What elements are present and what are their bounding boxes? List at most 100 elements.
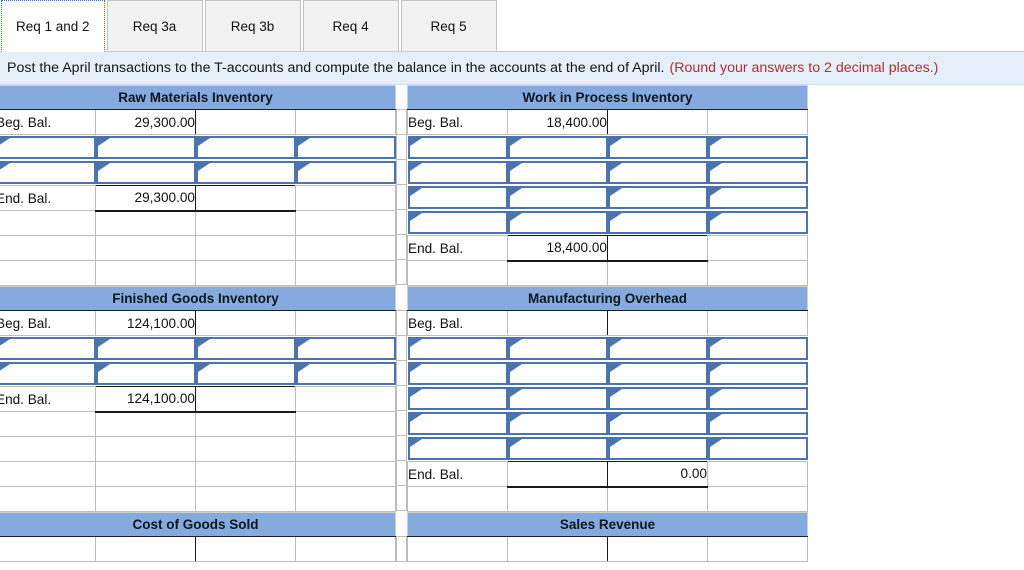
sales-label [407,536,508,562]
t-account-work-in-process-inventory: Work in Process Inventory Beg. Bal. 18,4… [407,85,808,286]
entry-credit-input[interactable] [607,386,708,411]
entry-credit-input[interactable] [607,134,708,160]
gutter-cell [396,183,407,210]
entry-credit-input[interactable] [607,436,708,462]
entry-label-input[interactable] [407,210,508,236]
entry-debit-input[interactable] [507,386,608,411]
entry-label-input[interactable] [407,386,508,411]
gutter-cell [396,459,407,486]
entry-debit-input[interactable] [95,134,196,160]
spacer-row [0,260,396,286]
entry-extra-input[interactable] [295,335,396,361]
entry-credit-input[interactable] [195,361,296,387]
spacer-row [0,486,396,512]
spacer-row [0,235,396,261]
beg-bal-label: Beg. Bal. [0,310,96,336]
beginning-balance-row: Beg. Bal. 18,400.00 [407,109,808,135]
entry-debit-input[interactable] [507,185,608,210]
entry-credit-input[interactable] [607,160,708,185]
tab-req-3b[interactable]: Req 3b [204,0,301,51]
entry-extra-input[interactable] [707,185,808,210]
entry-row [407,185,808,210]
entry-extra-input[interactable] [295,134,396,160]
tab-req-4[interactable]: Req 4 [302,0,399,51]
entry-debit-input[interactable] [507,160,608,185]
entry-credit-input[interactable] [607,411,708,436]
entry-label-input[interactable] [407,335,508,361]
account-title-work-in-process: Work in Process Inventory [407,85,808,110]
entry-label-input[interactable] [407,436,508,462]
entry-credit-input[interactable] [195,134,296,160]
end-bal-label: End. Bal. [407,235,508,261]
account-title-manufacturing-overhead: Manufacturing Overhead [407,286,808,311]
entry-label-input[interactable] [407,361,508,386]
entry-credit-input[interactable] [607,361,708,386]
entry-debit-input[interactable] [507,335,608,361]
entry-label-input[interactable] [407,160,508,185]
entry-row [407,436,808,462]
entry-label-input[interactable] [0,361,96,387]
beginning-balance-row: Beg. Bal. [407,310,808,336]
account-title-sales-revenue: Sales Revenue [407,512,808,537]
entry-label-input[interactable] [407,411,508,436]
entry-extra-input[interactable] [707,386,808,411]
entry-extra-input[interactable] [707,335,808,361]
entry-debit-input[interactable] [95,160,196,186]
gutter-cell [396,309,407,336]
entry-label-input[interactable] [0,134,96,160]
entry-credit-input[interactable] [607,335,708,361]
entry-debit-input[interactable] [507,411,608,436]
ending-balance-row: End. Bal. 29,300.00 [0,185,396,212]
end-bal-extra [295,185,396,211]
entry-debit-input[interactable] [95,335,196,361]
entry-extra-input[interactable] [707,361,808,386]
entry-label-input[interactable] [0,160,96,186]
column-gutter [396,85,407,285]
gutter-header [396,512,407,536]
entry-extra-input[interactable] [707,134,808,160]
entry-debit-input[interactable] [507,134,608,160]
gutter-header [396,85,407,109]
gutter-cell [396,258,407,285]
spacer-row [0,411,396,437]
entry-extra-input[interactable] [707,160,808,185]
entry-extra-input[interactable] [707,210,808,236]
end-bal-extra [295,386,396,412]
entry-extra-input[interactable] [707,411,808,436]
entry-row [407,411,808,436]
worksheet-scroll-area[interactable]: Raw Materials Inventory Beg. Bal. 29,300… [0,85,1024,570]
end-bal-debit [507,461,608,488]
entry-credit-input[interactable] [607,210,708,236]
entry-credit-input[interactable] [607,185,708,210]
sales-debit [507,536,608,562]
gutter-cell [396,208,407,235]
entry-extra-input[interactable] [295,160,396,186]
entry-debit-input[interactable] [95,361,196,387]
gutter-cell [396,108,407,135]
entry-extra-input[interactable] [295,361,396,387]
entry-credit-input[interactable] [195,335,296,361]
entry-row [0,160,396,186]
beg-bal-debit: 124,100.00 [95,310,196,336]
gutter-cell [396,434,407,461]
beg-bal-label: Beg. Bal. [407,310,508,336]
beg-bal-credit [607,310,708,336]
account-band-3: Cost of Goods Sold Sales Revenue [0,512,1024,562]
entry-extra-input[interactable] [707,436,808,462]
entry-credit-input[interactable] [195,160,296,186]
entry-debit-input[interactable] [507,436,608,462]
entry-label-input[interactable] [0,335,96,361]
entry-debit-input[interactable] [507,361,608,386]
beginning-balance-row [0,536,396,562]
end-bal-debit: 29,300.00 [95,185,196,212]
tab-strip: Req 1 and 2 Req 3a Req 3b Req 4 Req 5 [0,0,1024,52]
tab-req-3a[interactable]: Req 3a [106,0,203,51]
entry-debit-input[interactable] [507,210,608,236]
entry-label-input[interactable] [407,134,508,160]
tab-req-5[interactable]: Req 5 [400,0,497,51]
beginning-balance-row [407,536,808,562]
tab-req-1-and-2[interactable]: Req 1 and 2 [1,0,105,52]
entry-label-input[interactable] [407,185,508,210]
gutter-cell [396,133,407,160]
tab-label: Req 5 [430,18,467,34]
